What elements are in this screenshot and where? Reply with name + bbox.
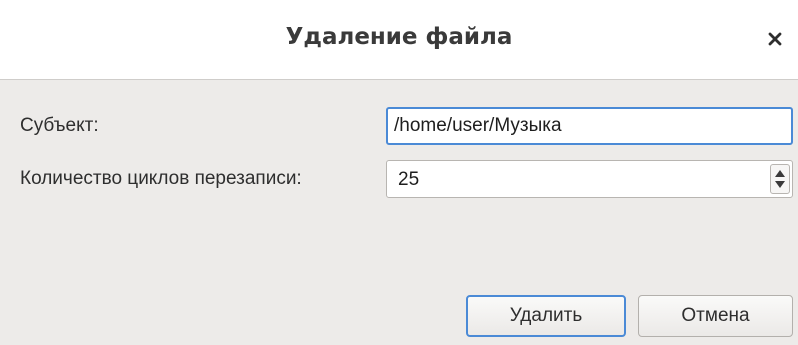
subject-label: Субъект:: [20, 115, 99, 136]
close-icon: [768, 32, 782, 46]
title-bar: Удаление файла: [0, 0, 798, 80]
spin-up-down-icon: [775, 170, 785, 188]
cycles-spinbox[interactable]: 25: [386, 160, 793, 198]
spin-arrows-button[interactable]: [770, 164, 790, 194]
cycles-value[interactable]: 25: [398, 169, 419, 191]
delete-file-dialog: Удаление файла Субъект: Количество цикло…: [0, 0, 798, 345]
dialog-title: Удаление файла: [285, 24, 513, 50]
subject-input[interactable]: [386, 107, 793, 145]
cancel-button[interactable]: Отмена: [638, 295, 793, 337]
delete-button[interactable]: Удалить: [466, 295, 626, 337]
close-button[interactable]: [762, 26, 788, 52]
cycles-label: Количество циклов перезаписи:: [20, 168, 302, 189]
